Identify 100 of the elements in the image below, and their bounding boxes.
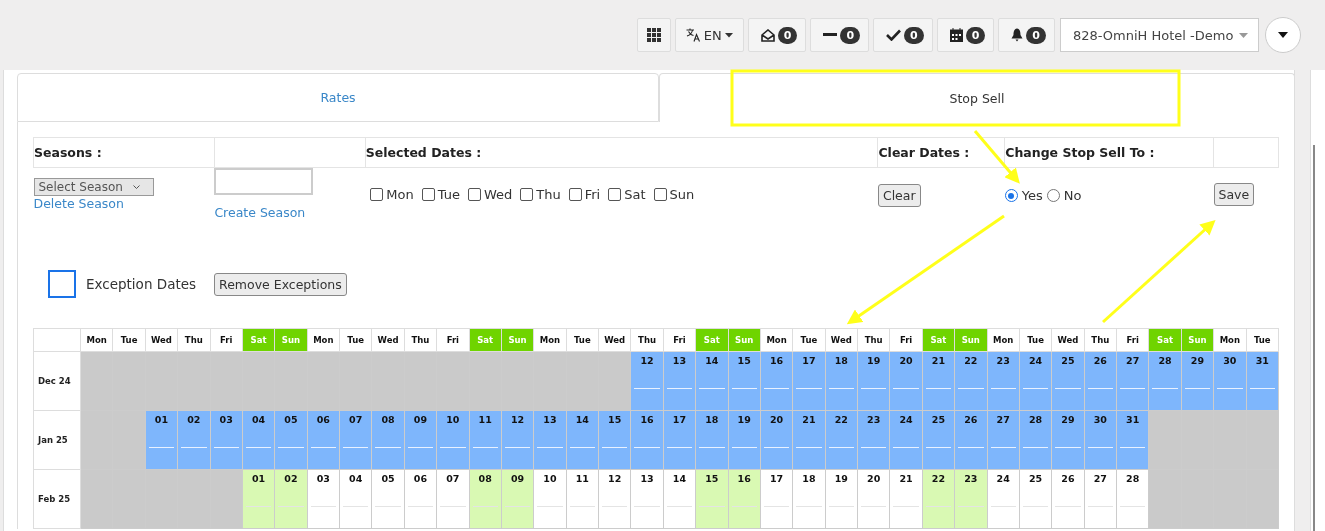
- day-cell[interactable]: 13: [630, 469, 664, 529]
- day-cell[interactable]: 23: [987, 351, 1020, 411]
- weekday-checkbox[interactable]: [608, 188, 622, 201]
- day-cell[interactable]: 04: [242, 410, 275, 470]
- day-cell[interactable]: 07: [339, 410, 372, 470]
- day-cell[interactable]: 17: [760, 469, 793, 529]
- day-cell[interactable]: 17: [792, 351, 826, 411]
- day-cell[interactable]: 22: [954, 351, 987, 411]
- save-button[interactable]: Save: [1213, 183, 1255, 206]
- day-cell[interactable]: 15: [728, 351, 761, 411]
- scrollbar[interactable]: [1310, 70, 1325, 531]
- day-cell[interactable]: 09: [501, 469, 534, 529]
- day-cell[interactable]: 18: [792, 469, 826, 529]
- day-cell[interactable]: 26: [1051, 469, 1085, 529]
- day-cell[interactable]: 21: [889, 469, 923, 529]
- day-cell[interactable]: 16: [630, 410, 664, 470]
- day-cell[interactable]: 28: [1116, 469, 1149, 529]
- day-cell[interactable]: 05: [274, 410, 308, 470]
- day-cell[interactable]: 30: [1213, 351, 1246, 411]
- day-cell[interactable]: 08: [371, 410, 405, 470]
- day-cell[interactable]: 22: [922, 469, 955, 529]
- counter-button[interactable]: 0: [936, 18, 995, 52]
- day-cell[interactable]: 29: [1181, 351, 1214, 411]
- day-cell[interactable]: 08: [469, 469, 502, 529]
- remove-exceptions-button[interactable]: Remove Exceptions: [214, 272, 347, 296]
- day-cell[interactable]: 03: [307, 469, 340, 529]
- day-cell[interactable]: 21: [922, 351, 955, 411]
- day-cell[interactable]: 27: [987, 410, 1020, 470]
- day-cell[interactable]: 17: [663, 410, 696, 470]
- menu-button[interactable]: [1265, 17, 1301, 53]
- weekday-checkbox[interactable]: [421, 188, 435, 201]
- counter-button[interactable]: 0: [747, 18, 807, 52]
- day-cell[interactable]: 11: [566, 469, 599, 529]
- weekday-checkbox[interactable]: [467, 188, 481, 201]
- counter-button[interactable]: 0: [873, 18, 933, 52]
- day-cell[interactable]: 04: [339, 469, 372, 529]
- day-cell[interactable]: 31: [1116, 410, 1149, 470]
- day-cell[interactable]: 09: [404, 410, 437, 470]
- day-cell[interactable]: 10: [533, 469, 567, 529]
- day-cell[interactable]: 22: [825, 410, 858, 470]
- property-select[interactable]: 828-OmniH Hotel -Demo: [1060, 18, 1259, 52]
- counter-button[interactable]: 0: [998, 18, 1055, 52]
- clear-button[interactable]: Clear: [877, 184, 921, 207]
- day-cell[interactable]: 12: [501, 410, 534, 470]
- day-cell[interactable]: 28: [1148, 351, 1182, 411]
- day-cell[interactable]: 18: [825, 351, 858, 411]
- day-cell[interactable]: 15: [695, 469, 728, 529]
- day-cell[interactable]: 16: [728, 469, 761, 529]
- season-name-field[interactable]: [214, 168, 314, 195]
- day-cell[interactable]: 28: [1019, 410, 1052, 470]
- day-cell[interactable]: 12: [630, 351, 664, 411]
- tab[interactable]: Stop Sell: [659, 73, 1295, 122]
- weekday-checkbox[interactable]: [370, 188, 384, 201]
- day-cell[interactable]: 07: [436, 469, 469, 529]
- delete-season-link[interactable]: Delete Season: [33, 196, 124, 211]
- day-cell[interactable]: 12: [598, 469, 631, 529]
- apps-button[interactable]: [636, 18, 671, 52]
- day-cell[interactable]: 13: [663, 351, 696, 411]
- weekday-checkbox[interactable]: [520, 188, 534, 201]
- day-cell[interactable]: 10: [436, 410, 469, 470]
- language-button[interactable]: EN: [674, 18, 744, 52]
- day-cell[interactable]: 25: [1051, 351, 1085, 411]
- tab[interactable]: Rates: [17, 73, 659, 122]
- day-cell[interactable]: 27: [1084, 469, 1117, 529]
- create-season-link[interactable]: Create Season: [214, 205, 306, 220]
- day-cell[interactable]: 14: [695, 351, 728, 411]
- day-cell[interactable]: 14: [566, 410, 599, 470]
- day-cell[interactable]: 25: [922, 410, 955, 470]
- day-cell[interactable]: 11: [469, 410, 502, 470]
- day-cell[interactable]: 01: [242, 469, 275, 529]
- day-cell[interactable]: 05: [371, 469, 405, 529]
- day-cell[interactable]: 25: [1019, 469, 1052, 529]
- day-cell[interactable]: 19: [825, 469, 858, 529]
- day-cell[interactable]: 03: [210, 410, 243, 470]
- day-cell[interactable]: 15: [598, 410, 631, 470]
- day-cell[interactable]: 20: [760, 410, 793, 470]
- season-select[interactable]: Select Season: [33, 178, 154, 196]
- day-cell[interactable]: 14: [663, 469, 696, 529]
- day-cell[interactable]: 23: [954, 469, 987, 529]
- day-cell[interactable]: 02: [274, 469, 308, 529]
- day-cell[interactable]: 02: [177, 410, 210, 470]
- weekday-checkbox[interactable]: [653, 188, 667, 201]
- day-cell[interactable]: 06: [404, 469, 437, 529]
- day-cell[interactable]: 24: [987, 469, 1020, 529]
- counter-button[interactable]: 0: [810, 18, 870, 52]
- day-cell[interactable]: 19: [728, 410, 761, 470]
- day-cell[interactable]: 20: [889, 351, 923, 411]
- day-cell[interactable]: 26: [1084, 351, 1117, 411]
- day-cell[interactable]: 29: [1051, 410, 1085, 470]
- day-cell[interactable]: 21: [792, 410, 826, 470]
- day-cell[interactable]: 27: [1116, 351, 1149, 411]
- day-cell[interactable]: 20: [857, 469, 890, 529]
- day-cell[interactable]: 16: [760, 351, 793, 411]
- day-cell[interactable]: 13: [533, 410, 567, 470]
- weekday-checkbox[interactable]: [568, 188, 582, 201]
- day-cell[interactable]: 06: [307, 410, 340, 470]
- day-cell[interactable]: 26: [954, 410, 987, 470]
- day-cell[interactable]: 31: [1246, 351, 1279, 411]
- day-cell[interactable]: 24: [1019, 351, 1052, 411]
- day-cell[interactable]: 23: [857, 410, 890, 470]
